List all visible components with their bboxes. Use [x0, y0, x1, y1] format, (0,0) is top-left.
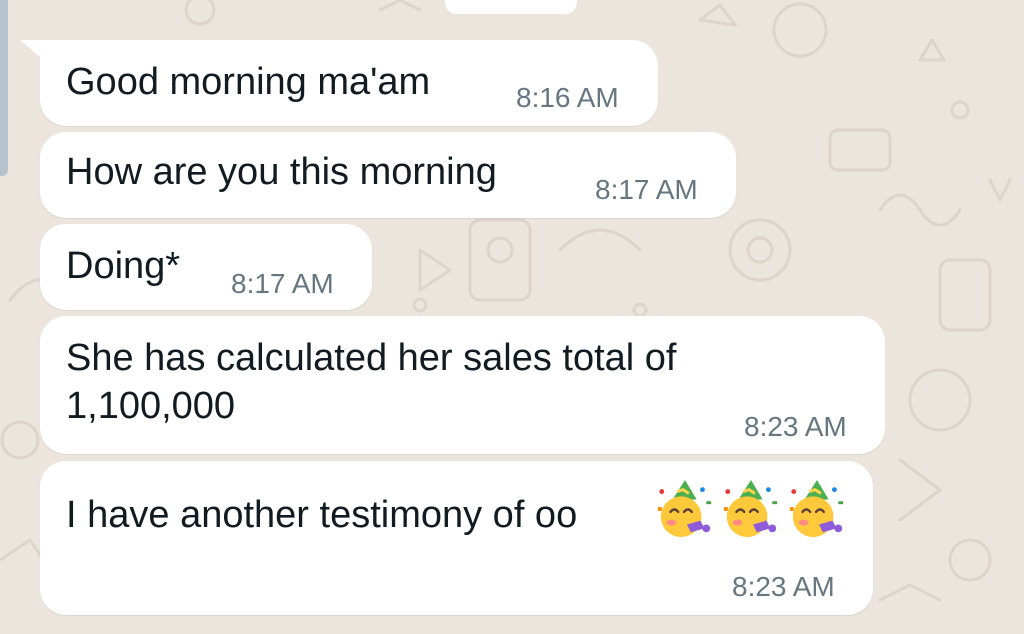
emoji-group	[654, 478, 848, 542]
scroll-indicator[interactable]	[0, 0, 8, 176]
message-bubble[interactable]: Doing* 8:17 AM	[40, 224, 372, 310]
message-timestamp: 8:23 AM	[744, 411, 847, 442]
message-timestamp: 8:16 AM	[516, 82, 619, 113]
date-chip	[445, 0, 577, 14]
message-timestamp: 8:23 AM	[732, 571, 835, 602]
message-timestamp: 8:17 AM	[595, 174, 698, 205]
message-timestamp: 8:17 AM	[231, 268, 334, 299]
message-bubble[interactable]: I have another testimony of oo 8:23 AM	[40, 461, 873, 615]
message-text: Good morning ma'am	[66, 61, 431, 103]
message-bubble[interactable]: Good morning ma'am 8:16 AM	[40, 40, 658, 126]
message-text: She has calculated her sales total of 1,…	[66, 337, 677, 427]
partying-face-emoji-icon	[657, 479, 712, 538]
message-text: Doing*	[66, 245, 181, 287]
message-bubble[interactable]: She has calculated her sales total of 1,…	[40, 316, 885, 454]
message-text: I have another testimony of oo	[66, 494, 578, 536]
partying-face-emoji-icon	[789, 479, 844, 538]
partying-face-emoji-icon	[723, 479, 778, 538]
message-text: How are you this morning	[66, 151, 497, 193]
message-bubble[interactable]: How are you this morning 8:17 AM	[40, 132, 736, 218]
